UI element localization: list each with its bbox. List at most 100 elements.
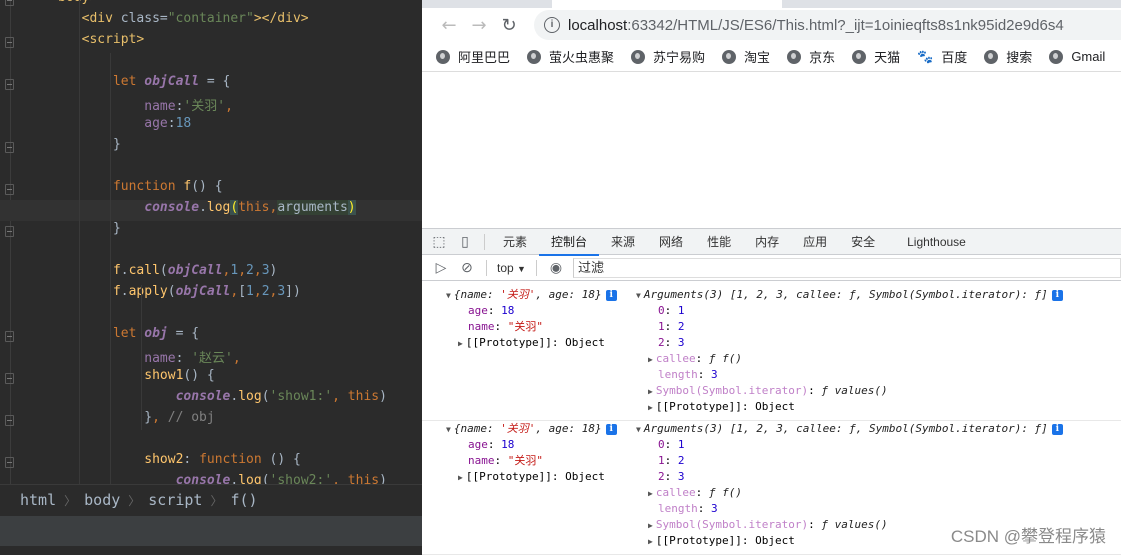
tab-strip	[422, 0, 1121, 8]
code-token: "container"	[167, 11, 254, 26]
object-summary[interactable]: ▼ {name: '关羽', age: 18} i	[446, 287, 617, 303]
inspect-icon[interactable]: ⬚	[426, 233, 452, 250]
prototype-row[interactable]: ▶ [[Prototype]]: Object	[458, 335, 605, 351]
bookmark-item[interactable]: 搜索	[984, 47, 1032, 66]
code-token: function	[112, 179, 184, 194]
tab-1[interactable]: 控制台	[539, 229, 600, 256]
bookmark-item[interactable]: Gmail	[1049, 49, 1105, 64]
back-icon[interactable]: ←	[434, 15, 464, 36]
eye-icon[interactable]: ◉	[543, 259, 569, 276]
tab-6[interactable]: 应用	[791, 229, 839, 255]
context-select[interactable]: top ▼	[493, 261, 530, 275]
code-token: arguments	[277, 200, 348, 215]
info-badge-icon[interactable]: i	[605, 423, 617, 435]
text: 3	[711, 368, 718, 381]
argument-row: 1: 2	[658, 319, 685, 335]
tab-3[interactable]: 网络	[647, 229, 695, 255]
bookmark-item[interactable]: 萤火虫惠聚	[527, 47, 614, 66]
bookmark-item[interactable]: 天猫	[852, 47, 900, 66]
sidebar-toggle-icon[interactable]: ▷	[428, 259, 454, 276]
info-badge-icon[interactable]: i	[1051, 423, 1063, 435]
expand-triangle-icon: ▶	[458, 339, 463, 348]
callee-row[interactable]: ▶ callee: ƒ f()	[648, 485, 742, 501]
arguments-summary[interactable]: ▼ Arguments(3) [1, 2, 3, callee: ƒ, Symbo…	[636, 287, 1063, 303]
fold-icon[interactable]	[5, 415, 14, 426]
code-line: <script>	[0, 32, 422, 53]
fold-icon[interactable]	[5, 79, 14, 90]
property-key: callee	[655, 486, 696, 499]
code-token: [	[238, 284, 247, 299]
code-area[interactable]: <body> <div class="container"></div> <scri…	[0, 0, 422, 484]
fold-icon[interactable]	[5, 184, 14, 195]
iterator-row[interactable]: ▶ Symbol(Symbol.iterator): ƒ values()	[648, 383, 888, 399]
info-icon[interactable]: i	[544, 17, 560, 33]
code-token: ,	[225, 99, 233, 114]
punct: :	[494, 454, 508, 467]
code-token: 2	[261, 284, 270, 299]
fold-icon[interactable]	[5, 331, 14, 342]
code-token: class=	[120, 11, 168, 26]
fold-icon[interactable]	[5, 0, 14, 6]
fold-icon[interactable]	[5, 142, 14, 153]
expand-triangle-icon: ▶	[458, 473, 463, 482]
bookmark-item[interactable]: 淘宝	[722, 47, 770, 66]
url-bar[interactable]: i localhost:63342/HTML/JS/ES6/This.html?…	[534, 10, 1121, 40]
globe-icon	[1049, 49, 1064, 64]
fold-icon[interactable]	[5, 457, 14, 468]
device-toggle-icon[interactable]: ▯	[452, 233, 478, 250]
info-badge-icon[interactable]: i	[1051, 289, 1063, 301]
breadcrumb-item[interactable]: body	[84, 491, 120, 509]
code-token: '赵云'	[191, 351, 233, 366]
globe-icon	[631, 49, 646, 64]
info-badge-icon[interactable]: i	[605, 289, 617, 301]
reload-icon[interactable]: ↻	[494, 15, 524, 36]
bookmark-item[interactable]: 🐾 百度	[917, 47, 967, 66]
forward-icon[interactable]: →	[464, 15, 494, 36]
breadcrumb-item[interactable]: f()	[230, 491, 257, 509]
filter-input[interactable]: 过滤	[572, 257, 1121, 278]
tab-7[interactable]: 安全	[839, 229, 887, 255]
bookmark-label: Gmail	[1071, 49, 1106, 64]
tab-4[interactable]: 性能	[695, 229, 743, 255]
text: Symbol(Symbol.iterator)	[655, 518, 809, 531]
tab-0[interactable]: 元素	[491, 229, 539, 255]
breadcrumb-item[interactable]: script	[148, 491, 202, 509]
prototype-row[interactable]: ▶ [[Prototype]]: Object	[648, 399, 795, 415]
punct: :	[808, 384, 822, 397]
arguments-summary[interactable]: ▼ Arguments(3) [1, 2, 3, callee: ƒ, Symbo…	[636, 421, 1063, 437]
callee-row[interactable]: ▶ callee: ƒ f()	[648, 351, 742, 367]
code-token: :	[183, 452, 200, 467]
globe-icon	[787, 49, 802, 64]
clear-console-icon[interactable]: ⊘	[454, 259, 480, 276]
code-text: let obj = {	[113, 326, 199, 341]
code-line: f.apply(objCall,[1,2,3])	[0, 284, 422, 305]
prototype-row[interactable]: ▶ [[Prototype]]: Object	[458, 469, 605, 485]
code-token: function	[199, 452, 270, 467]
active-tab[interactable]	[552, 0, 782, 8]
property-key: length	[658, 502, 698, 515]
bookmark-item[interactable]: 苏宁易购	[631, 47, 705, 66]
object-summary[interactable]: ▼ {name: '关羽', age: 18} i	[446, 421, 617, 437]
property-row: age: 18	[468, 303, 514, 319]
code-token: )	[379, 473, 387, 484]
prototype-row[interactable]: ▶ [[Prototype]]: Object	[648, 533, 795, 549]
tab-2[interactable]: 来源	[599, 229, 647, 255]
tab-5[interactable]: 内存	[743, 229, 791, 255]
code-editor[interactable]: <body> <div class="container"></div> <scri…	[0, 0, 422, 555]
fold-icon[interactable]	[5, 373, 14, 384]
bookmark-item[interactable]: 阿里巴巴	[436, 47, 510, 66]
text: '关羽'	[500, 422, 536, 435]
punct: :	[695, 352, 709, 365]
argument-value: 2	[677, 454, 685, 467]
fold-icon[interactable]	[5, 226, 14, 237]
property-key: length	[658, 368, 698, 381]
code-token: () {	[183, 368, 215, 383]
fold-icon[interactable]	[5, 37, 14, 48]
code-token: call	[128, 263, 160, 278]
bookmark-item[interactable]: 京东	[787, 47, 835, 66]
tab-8[interactable]: Lighthouse	[895, 229, 978, 255]
iterator-row[interactable]: ▶ Symbol(Symbol.iterator): ƒ values()	[648, 517, 888, 533]
breadcrumb-item[interactable]: html	[20, 491, 56, 509]
chevron-right-icon: 〉	[128, 494, 141, 508]
